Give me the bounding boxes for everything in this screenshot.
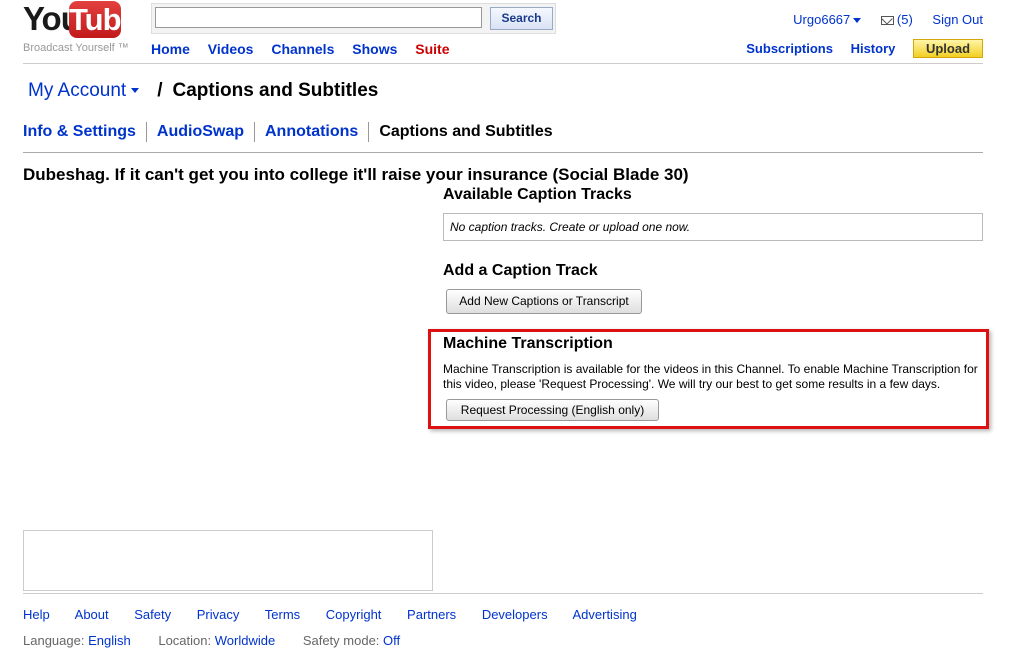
- safety-mode-label: Safety mode:: [302, 633, 380, 648]
- upload-button[interactable]: Upload: [913, 39, 983, 58]
- footer-advertising[interactable]: Advertising: [572, 607, 636, 622]
- available-tracks-heading: Available Caption Tracks: [443, 186, 632, 203]
- inbox-link[interactable]: (5): [880, 12, 913, 27]
- breadcrumb-separator: /: [157, 80, 163, 101]
- search-button[interactable]: Search: [490, 7, 553, 30]
- search-input[interactable]: [155, 7, 482, 28]
- nav-shows[interactable]: Shows: [352, 41, 397, 57]
- chevron-down-icon: [131, 88, 140, 94]
- sign-out-link[interactable]: Sign Out: [932, 12, 983, 27]
- machine-transcription-text: Machine Transcription is available for t…: [443, 362, 978, 391]
- sub-nav: Subscriptions History Upload: [732, 39, 983, 58]
- safety-mode-setting: Safety mode: Off: [303, 633, 400, 648]
- tab-info-settings[interactable]: Info & Settings: [23, 122, 147, 142]
- user-menu[interactable]: Urgo6667: [793, 12, 862, 27]
- page-title: Captions and Subtitles: [172, 80, 379, 101]
- breadcrumb: My Account / Captions and Subtitles: [28, 80, 378, 102]
- footer-terms[interactable]: Terms: [265, 607, 300, 622]
- caption-tracks-list: No caption tracks. Create or upload one …: [443, 213, 983, 241]
- username: Urgo6667: [793, 12, 851, 27]
- language-value[interactable]: English: [88, 633, 131, 648]
- footer-partners[interactable]: Partners: [407, 607, 456, 622]
- tabs-divider: [23, 152, 983, 153]
- video-player-area: [23, 530, 433, 591]
- language-setting: Language: English: [23, 633, 131, 648]
- add-captions-button[interactable]: Add New Captions or Transcript: [446, 289, 642, 314]
- nav-videos[interactable]: Videos: [208, 41, 254, 57]
- my-account-menu[interactable]: My Account: [28, 80, 140, 101]
- add-track-heading: Add a Caption Track: [443, 262, 598, 279]
- footer-copyright[interactable]: Copyright: [326, 607, 382, 622]
- user-area: Urgo6667 (5) Sign Out: [777, 12, 983, 27]
- mail-count: (5): [896, 12, 913, 27]
- logo-tube-text: Tube: [69, 1, 138, 38]
- history-link[interactable]: History: [851, 41, 896, 56]
- logo-tagline: Broadcast Yourself ™: [23, 42, 129, 54]
- tab-captions-subtitles[interactable]: Captions and Subtitles: [369, 122, 562, 142]
- footer-settings: Language: English Location: Worldwide Sa…: [23, 633, 424, 648]
- safety-mode-value[interactable]: Off: [383, 633, 400, 648]
- location-value[interactable]: Worldwide: [215, 633, 275, 648]
- account-tabs: Info & Settings AudioSwap Annotations Capti…: [23, 122, 563, 142]
- video-title: Dubeshag. If it can't get you into colle…: [23, 165, 689, 184]
- tab-annotations[interactable]: Annotations: [255, 122, 370, 142]
- location-label: Location:: [158, 633, 212, 648]
- footer-privacy[interactable]: Privacy: [197, 607, 240, 622]
- tab-audioswap[interactable]: AudioSwap: [147, 122, 255, 142]
- footer-divider: [23, 593, 983, 594]
- mail-icon: [880, 16, 894, 26]
- nav-suite[interactable]: Suite: [415, 41, 449, 57]
- request-processing-button[interactable]: Request Processing (English only): [446, 399, 659, 421]
- nav-home[interactable]: Home: [151, 41, 190, 57]
- nav-channels[interactable]: Channels: [271, 41, 334, 57]
- footer-links: Help About Safety Privacy Terms Copyrigh…: [23, 607, 659, 622]
- footer-help[interactable]: Help: [23, 607, 50, 622]
- footer-about[interactable]: About: [75, 607, 109, 622]
- location-setting: Location: Worldwide: [158, 633, 275, 648]
- chevron-down-icon: [853, 18, 862, 24]
- youtube-logo[interactable]: You Tube Broadcast Yourself ™: [23, 0, 143, 58]
- my-account-label: My Account: [28, 80, 127, 101]
- header-divider: [23, 63, 983, 64]
- subscriptions-link[interactable]: Subscriptions: [746, 41, 833, 56]
- footer-developers[interactable]: Developers: [482, 607, 548, 622]
- footer-safety[interactable]: Safety: [134, 607, 171, 622]
- top-nav: Home Videos Channels Shows Suite: [151, 41, 464, 57]
- language-label: Language:: [23, 633, 85, 648]
- machine-transcription-heading: Machine Transcription: [443, 335, 613, 352]
